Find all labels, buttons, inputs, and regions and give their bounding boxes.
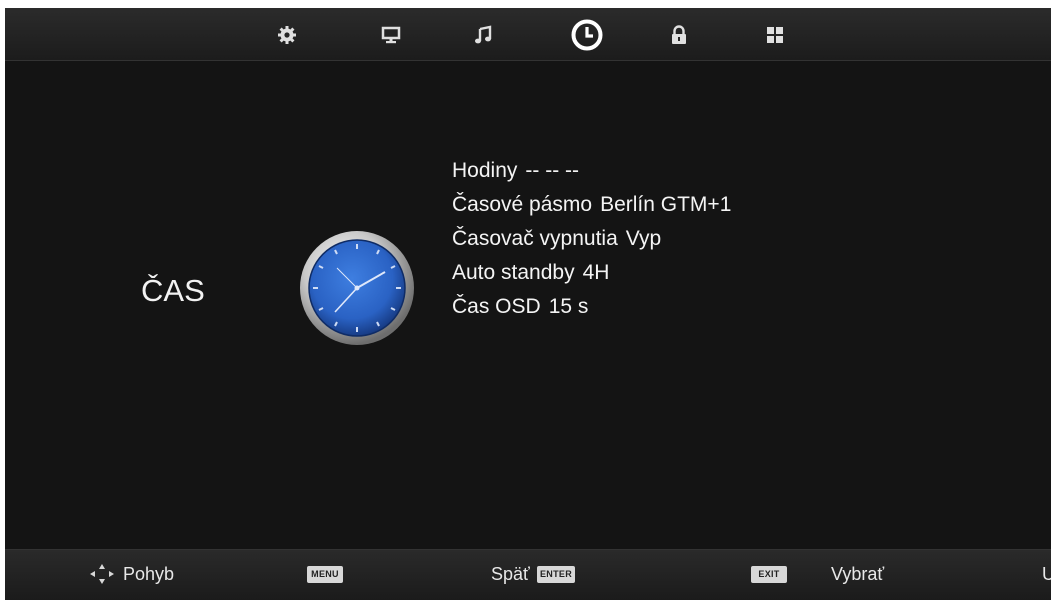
- menu-item-value: 4H: [582, 261, 610, 284]
- tab-option[interactable]: [755, 16, 795, 54]
- clock-icon: [571, 19, 603, 51]
- tab-sound[interactable]: [463, 16, 503, 54]
- menu-item-label: Časovač vypnutia: [452, 227, 618, 250]
- menu-tab-bar: [5, 8, 1051, 61]
- truncated-hint: U: [1042, 564, 1051, 584]
- menu-key-icon: MENU: [307, 566, 343, 583]
- tab-picture[interactable]: [371, 16, 411, 54]
- menu-item-value: Berlín GTM+1: [600, 193, 732, 216]
- tab-time[interactable]: [567, 16, 607, 54]
- move-hint: Pohyb: [123, 564, 175, 584]
- tv-osd-screen: ČAS Hodiny -- -- -- Časové pásmo Berlín …: [5, 8, 1051, 600]
- menu-item-label: Hodiny: [452, 159, 518, 182]
- help-bar: Pohyb MENU Späť ENTER EXIT Vybrať U: [5, 549, 1051, 600]
- select-hint: Vybrať: [831, 564, 885, 584]
- clock-icon: [300, 231, 414, 345]
- menu-item-value: Vyp: [625, 227, 662, 250]
- menu-item-clock[interactable]: Hodiny -- -- --: [452, 154, 731, 188]
- menu-item-label: Auto standby: [452, 261, 575, 284]
- lock-icon: [672, 25, 686, 44]
- menu-item-time-zone[interactable]: Časové pásmo Berlín GTM+1: [452, 188, 731, 222]
- enter-key-icon: ENTER: [537, 566, 576, 583]
- time-settings-list: Hodiny -- -- -- Časové pásmo Berlín GTM+1 …: [452, 154, 731, 324]
- menu-item-sleep-timer[interactable]: Časovač vypnutia Vyp: [452, 222, 731, 256]
- tab-setup[interactable]: [267, 16, 307, 54]
- back-hint: Späť: [491, 564, 530, 584]
- menu-item-value: 15 s: [548, 295, 589, 318]
- menu-item-label: Časové pásmo: [452, 193, 593, 216]
- menu-item-auto-standby[interactable]: Auto standby 4H: [452, 256, 731, 290]
- arrows-navigate-icon: [90, 564, 114, 584]
- grid-icon: [767, 27, 783, 43]
- menu-item-label: Čas OSD: [452, 295, 541, 318]
- tab-lock[interactable]: [659, 16, 699, 54]
- music-note-icon: [475, 25, 492, 44]
- menu-item-value: -- -- --: [525, 159, 580, 182]
- exit-key-icon: EXIT: [751, 566, 787, 583]
- gear-icon: [278, 26, 296, 44]
- section-title: ČAS: [141, 273, 205, 308]
- monitor-icon: [381, 26, 401, 44]
- menu-item-osd-time[interactable]: Čas OSD 15 s: [452, 290, 731, 324]
